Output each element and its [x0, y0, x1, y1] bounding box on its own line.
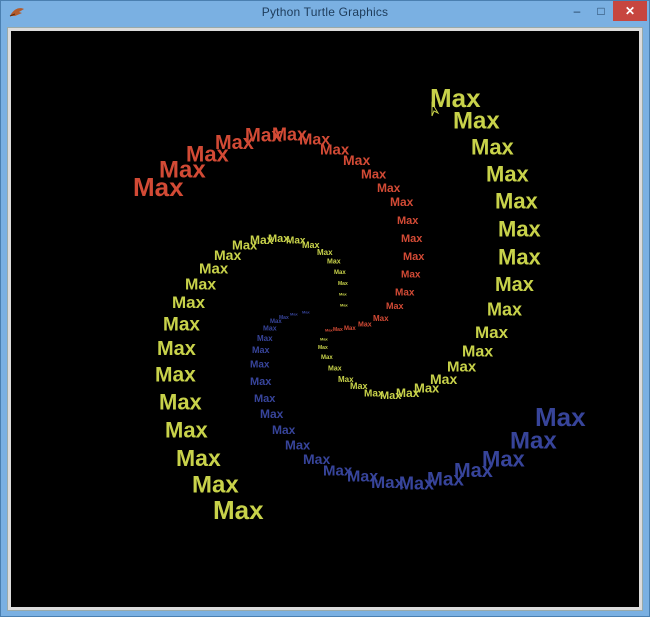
spiral-word-yellow-outer: Max: [498, 245, 542, 270]
spiral-word-yellow-inner: Max: [213, 495, 264, 525]
spiral-word-blue: Max: [252, 345, 270, 355]
window-client-area: Max Max Max Max Max Max Max Max Max Max Max Max Max M…: [7, 27, 643, 611]
spiral-word-red: Max: [397, 215, 419, 227]
spiral-word-blue: Max: [290, 311, 299, 316]
spiral-word-blue: Max: [250, 360, 270, 371]
spiral-word-yellow-outer: Max: [320, 336, 329, 341]
spiral-word-blue: Max: [263, 325, 277, 332]
spiral-word-yellow-outer: Max: [471, 135, 515, 160]
spiral-word-blue: Max: [260, 407, 284, 421]
spiral-word-blue: Max: [399, 473, 434, 493]
spiral-word-yellow-outer: Max: [318, 345, 328, 351]
maximize-button[interactable]: □: [589, 1, 613, 21]
spiral-word-yellow-inner: Max: [176, 445, 221, 471]
title-bar[interactable]: Python Turtle Graphics – □ ✕: [1, 1, 649, 25]
spiral-word-yellow-inner: Max: [155, 363, 196, 386]
spiral-word-yellow-inner: Max: [334, 270, 346, 276]
spiral-word-red: Max: [390, 195, 414, 209]
turtle-window: Python Turtle Graphics – □ ✕ Max Max Max Ma…: [0, 0, 650, 617]
spiral-word-yellow-inner: Max: [340, 302, 349, 307]
spiral-word-yellow-inner: Max: [157, 338, 196, 360]
spiral-word-red: Max: [401, 233, 423, 245]
spiral-word-blue: Max: [279, 315, 289, 321]
spiral-word-yellow-inner: Max: [163, 315, 200, 336]
spiral-word-yellow-outer: Max: [338, 375, 354, 384]
spiral-word-yellow-outer: Max: [328, 365, 342, 372]
spiral-word-red: Max: [343, 152, 370, 168]
spiral-word-yellow-outer: Max: [487, 299, 522, 319]
spiral-word-red: Max: [401, 270, 421, 281]
spiral-word-red: Max: [386, 301, 404, 311]
spiral-word-red: Max: [344, 326, 356, 332]
spiral-word-yellow-outer: Max: [495, 189, 539, 214]
spiral-word-yellow-outer: Max: [321, 355, 333, 361]
spiral-word-yellow-outer: Max: [495, 274, 534, 296]
spiral-drawing: MaxMaxMaxMaxMaxMaxMaxMaxMaxMaxMaxMaxMaxM…: [133, 83, 586, 525]
spiral-word-red: Max: [358, 321, 372, 328]
spiral-word-yellow-inner: Max: [327, 258, 341, 265]
minimize-button[interactable]: –: [565, 1, 589, 21]
spiral-word-yellow-inner: Max: [185, 277, 216, 294]
spiral-word-red: Max: [333, 327, 343, 333]
spiral-word-red: Max: [373, 314, 389, 323]
spiral-word-blue: Max: [254, 393, 276, 405]
window-title: Python Turtle Graphics: [261, 5, 389, 19]
spiral-word-red: Max: [395, 288, 415, 299]
spiral-word-blue: Max: [303, 451, 330, 467]
spiral-word-blue: Max: [272, 423, 296, 437]
spiral-word-red: Max: [377, 181, 401, 195]
spiral-word-yellow-outer: Max: [486, 162, 530, 187]
spiral-word-yellow-inner: Max: [165, 418, 209, 443]
spiral-word-red: Max: [361, 167, 387, 182]
spiral-word-blue: Max: [285, 438, 311, 453]
spiral-word-blue: Max: [302, 309, 311, 314]
close-button[interactable]: ✕: [613, 1, 647, 21]
spiral-word-yellow-outer: Max: [475, 323, 509, 342]
spiral-word-red: Max: [403, 251, 425, 263]
spiral-word-yellow-outer: Max: [498, 217, 542, 242]
spiral-word-yellow-inner: Max: [172, 293, 206, 312]
spiral-word-yellow-inner: Max: [159, 390, 203, 415]
spiral-word-red: Max: [325, 327, 334, 332]
spiral-word-yellow-outer: Max: [453, 107, 500, 134]
spiral-word-blue: Max: [250, 376, 272, 388]
turtle-canvas[interactable]: Max Max Max Max Max Max Max Max Max Max Max Max Max M…: [11, 31, 639, 607]
spiral-word-yellow-inner: Max: [338, 281, 348, 287]
spiral-word-yellow-inner: Max: [192, 471, 239, 498]
spiral-word-yellow-inner: Max: [317, 248, 333, 257]
spiral-word-blue: Max: [257, 334, 273, 343]
spiral-word-yellow-inner: Max: [339, 291, 348, 296]
